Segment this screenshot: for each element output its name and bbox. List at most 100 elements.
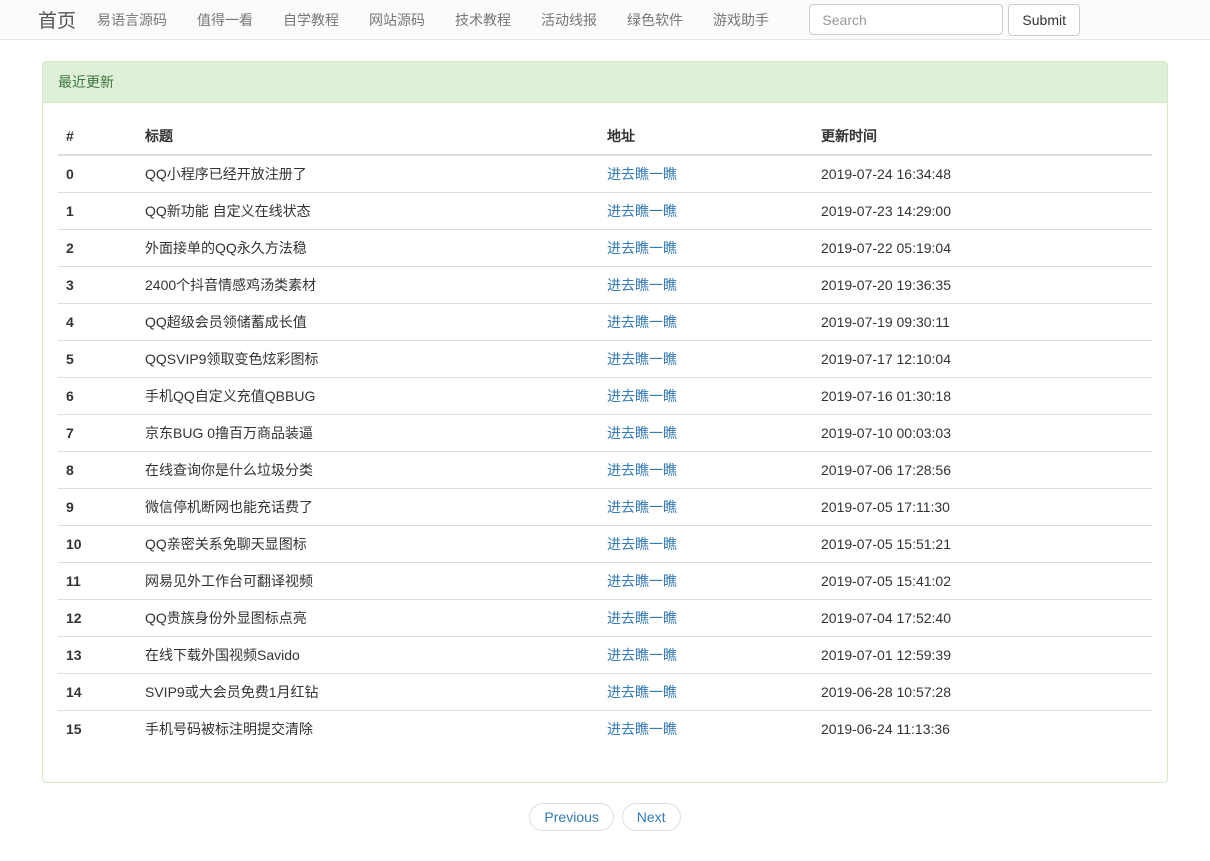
row-time: 2019-06-28 10:57:28 [813, 674, 1152, 711]
row-index: 10 [58, 526, 137, 563]
row-link[interactable]: 进去瞧一瞧 [607, 610, 677, 626]
row-title: 手机号码被标注明提交清除 [137, 711, 599, 748]
row-link[interactable]: 进去瞧一瞧 [607, 499, 677, 515]
next-button[interactable]: Next [622, 803, 681, 831]
row-link[interactable]: 进去瞧一瞧 [607, 277, 677, 293]
table-row: 7 京东BUG 0撸百万商品装逼 进去瞧一瞧 2019-07-10 00:03:… [58, 415, 1152, 452]
table-row: 13 在线下载外国视频Savido 进去瞧一瞧 2019-07-01 12:59… [58, 637, 1152, 674]
row-link[interactable]: 进去瞧一瞧 [607, 647, 677, 663]
table-row: 15 手机号码被标注明提交清除 进去瞧一瞧 2019-06-24 11:13:3… [58, 711, 1152, 748]
row-title: 2400个抖音情感鸡汤类素材 [137, 267, 599, 304]
nav-item-link[interactable]: 网站源码 [354, 10, 440, 30]
search-input[interactable] [809, 4, 1003, 35]
row-time: 2019-07-06 17:28:56 [813, 452, 1152, 489]
row-index: 0 [58, 155, 137, 193]
row-time: 2019-07-17 12:10:04 [813, 341, 1152, 378]
row-time: 2019-06-24 11:13:36 [813, 711, 1152, 748]
row-index: 6 [58, 378, 137, 415]
row-link[interactable]: 进去瞧一瞧 [607, 240, 677, 256]
row-index: 9 [58, 489, 137, 526]
row-title: 微信停机断网也能充话费了 [137, 489, 599, 526]
nav-brand-home[interactable]: 首页 [38, 6, 76, 33]
row-title: QQ贵族身份外显图标点亮 [137, 600, 599, 637]
panel-body: # 标题 地址 更新时间 0 QQ小程序已经开放注册了 进去瞧一瞧 2019-0… [43, 103, 1167, 782]
column-header-title: 标题 [137, 118, 599, 155]
row-index: 11 [58, 563, 137, 600]
row-link[interactable]: 进去瞧一瞧 [607, 573, 677, 589]
table-row: 0 QQ小程序已经开放注册了 进去瞧一瞧 2019-07-24 16:34:48 [58, 155, 1152, 193]
row-link[interactable]: 进去瞧一瞧 [607, 684, 677, 700]
row-index: 14 [58, 674, 137, 711]
table-row: 5 QQSVIP9领取变色炫彩图标 进去瞧一瞧 2019-07-17 12:10… [58, 341, 1152, 378]
row-title: 京东BUG 0撸百万商品装逼 [137, 415, 599, 452]
row-title: QQSVIP9领取变色炫彩图标 [137, 341, 599, 378]
column-header-time: 更新时间 [813, 118, 1152, 155]
table-row: 14 SVIP9或大会员免费1月红钻 进去瞧一瞧 2019-06-28 10:5… [58, 674, 1152, 711]
row-time: 2019-07-05 15:41:02 [813, 563, 1152, 600]
row-link[interactable]: 进去瞧一瞧 [607, 351, 677, 367]
row-title: QQ小程序已经开放注册了 [137, 155, 599, 193]
recent-updates-panel: 最近更新 # 标题 地址 更新时间 0 QQ小程序已经开放注册了 进去瞧一瞧 [42, 61, 1168, 783]
nav-item-link[interactable]: 自学教程 [268, 10, 354, 30]
nav-menu: 易语言源码值得一看自学教程网站源码技术教程活动线报绿色软件游戏助手 [82, 10, 784, 30]
nav-item-link[interactable]: 值得一看 [182, 10, 268, 30]
row-index: 3 [58, 267, 137, 304]
row-time: 2019-07-24 16:34:48 [813, 155, 1152, 193]
panel-title: 最近更新 [43, 62, 1167, 103]
nav-item-link[interactable]: 易语言源码 [82, 10, 182, 30]
table-row: 1 QQ新功能 自定义在线状态 进去瞧一瞧 2019-07-23 14:29:0… [58, 193, 1152, 230]
nav-item-link[interactable]: 技术教程 [440, 10, 526, 30]
updates-table: # 标题 地址 更新时间 0 QQ小程序已经开放注册了 进去瞧一瞧 2019-0… [58, 118, 1152, 747]
row-title: 外面接单的QQ永久方法稳 [137, 230, 599, 267]
row-index: 12 [58, 600, 137, 637]
row-index: 15 [58, 711, 137, 748]
row-index: 4 [58, 304, 137, 341]
table-row: 2 外面接单的QQ永久方法稳 进去瞧一瞧 2019-07-22 05:19:04 [58, 230, 1152, 267]
row-title: 手机QQ自定义充值QBBUG [137, 378, 599, 415]
row-time: 2019-07-05 17:11:30 [813, 489, 1152, 526]
nav-item-link[interactable]: 绿色软件 [612, 10, 698, 30]
column-header-index: # [58, 118, 137, 155]
row-title: 网易见外工作台可翻译视频 [137, 563, 599, 600]
row-title: QQ亲密关系免聊天显图标 [137, 526, 599, 563]
row-index: 2 [58, 230, 137, 267]
table-row: 9 微信停机断网也能充话费了 进去瞧一瞧 2019-07-05 17:11:30 [58, 489, 1152, 526]
row-title: 在线查询你是什么垃圾分类 [137, 452, 599, 489]
table-row: 6 手机QQ自定义充值QBBUG 进去瞧一瞧 2019-07-16 01:30:… [58, 378, 1152, 415]
previous-button[interactable]: Previous [529, 803, 613, 831]
row-time: 2019-07-04 17:52:40 [813, 600, 1152, 637]
row-time: 2019-07-01 12:59:39 [813, 637, 1152, 674]
row-time: 2019-07-19 09:30:11 [813, 304, 1152, 341]
row-title: QQ超级会员领储蓄成长值 [137, 304, 599, 341]
main-container: 最近更新 # 标题 地址 更新时间 0 QQ小程序已经开放注册了 进去瞧一瞧 [42, 61, 1168, 783]
row-link[interactable]: 进去瞧一瞧 [607, 388, 677, 404]
row-link[interactable]: 进去瞧一瞧 [607, 721, 677, 737]
table-row: 4 QQ超级会员领储蓄成长值 进去瞧一瞧 2019-07-19 09:30:11 [58, 304, 1152, 341]
navbar-search-form: Submit [809, 4, 1080, 36]
row-time: 2019-07-23 14:29:00 [813, 193, 1152, 230]
row-link[interactable]: 进去瞧一瞧 [607, 203, 677, 219]
row-index: 13 [58, 637, 137, 674]
nav-item-link[interactable]: 游戏助手 [698, 10, 784, 30]
table-row: 11 网易见外工作台可翻译视频 进去瞧一瞧 2019-07-05 15:41:0… [58, 563, 1152, 600]
row-link[interactable]: 进去瞧一瞧 [607, 462, 677, 478]
nav-item-link[interactable]: 活动线报 [526, 10, 612, 30]
table-row: 12 QQ贵族身份外显图标点亮 进去瞧一瞧 2019-07-04 17:52:4… [58, 600, 1152, 637]
row-index: 7 [58, 415, 137, 452]
row-time: 2019-07-22 05:19:04 [813, 230, 1152, 267]
row-index: 8 [58, 452, 137, 489]
row-link[interactable]: 进去瞧一瞧 [607, 166, 677, 182]
row-index: 5 [58, 341, 137, 378]
table-header-row: # 标题 地址 更新时间 [58, 118, 1152, 155]
row-link[interactable]: 进去瞧一瞧 [607, 536, 677, 552]
submit-button[interactable]: Submit [1008, 4, 1080, 36]
pager: Previous Next [0, 803, 1210, 831]
row-link[interactable]: 进去瞧一瞧 [607, 425, 677, 441]
row-title: SVIP9或大会员免费1月红钻 [137, 674, 599, 711]
row-time: 2019-07-16 01:30:18 [813, 378, 1152, 415]
row-link[interactable]: 进去瞧一瞧 [607, 314, 677, 330]
row-title: QQ新功能 自定义在线状态 [137, 193, 599, 230]
row-index: 1 [58, 193, 137, 230]
table-row: 10 QQ亲密关系免聊天显图标 进去瞧一瞧 2019-07-05 15:51:2… [58, 526, 1152, 563]
row-time: 2019-07-05 15:51:21 [813, 526, 1152, 563]
